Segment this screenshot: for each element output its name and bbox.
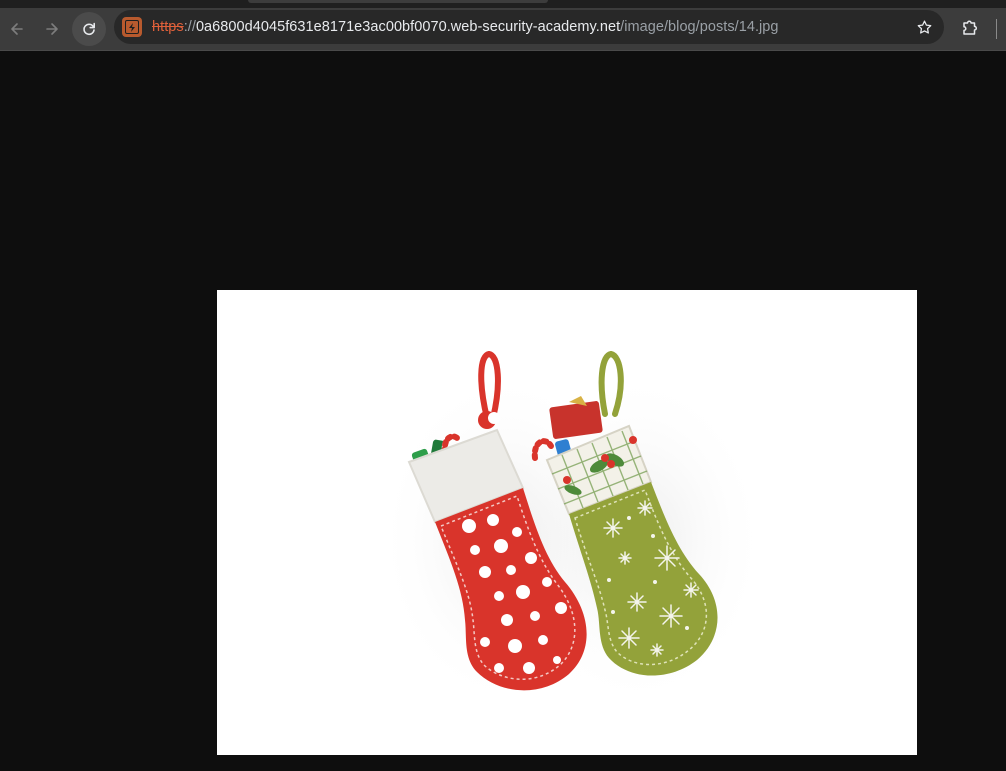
arrow-right-icon — [46, 23, 58, 35]
star-icon — [917, 19, 931, 34]
url-text[interactable]: https://0a6800d4045f631e8171e3ac00bf0070… — [152, 19, 779, 35]
extensions-button[interactable] — [958, 16, 982, 40]
site-icon-frame — [125, 20, 139, 34]
bookmark-button[interactable] — [914, 17, 934, 37]
reload-icon — [83, 22, 95, 36]
back-button[interactable] — [0, 12, 34, 46]
forward-button[interactable] — [35, 12, 69, 46]
christmas-stockings-image — [377, 350, 767, 710]
url-host: 0a6800d4045f631e8171e3ac00bf0070.web-sec… — [195, 19, 621, 35]
url-scheme: https — [152, 19, 184, 35]
url-separator: :// — [183, 19, 196, 35]
lightning-bolt-site-icon[interactable] — [122, 17, 142, 37]
arrow-left-icon — [11, 23, 23, 35]
reload-button[interactable] — [72, 12, 106, 46]
lightning-icon — [129, 22, 135, 32]
browser-toolbar: https://0a6800d4045f631e8171e3ac00bf0070… — [0, 8, 1006, 51]
address-bar[interactable]: https://0a6800d4045f631e8171e3ac00bf0070… — [114, 10, 944, 44]
puzzle-piece-icon — [963, 20, 978, 35]
toolbar-divider — [996, 19, 997, 39]
active-tab-edge[interactable] — [248, 0, 548, 3]
blog-post-image[interactable] — [217, 290, 917, 755]
url-path: /image/blog/posts/14.jpg — [620, 19, 779, 35]
image-viewer — [0, 51, 1006, 771]
tab-strip — [0, 0, 1006, 8]
